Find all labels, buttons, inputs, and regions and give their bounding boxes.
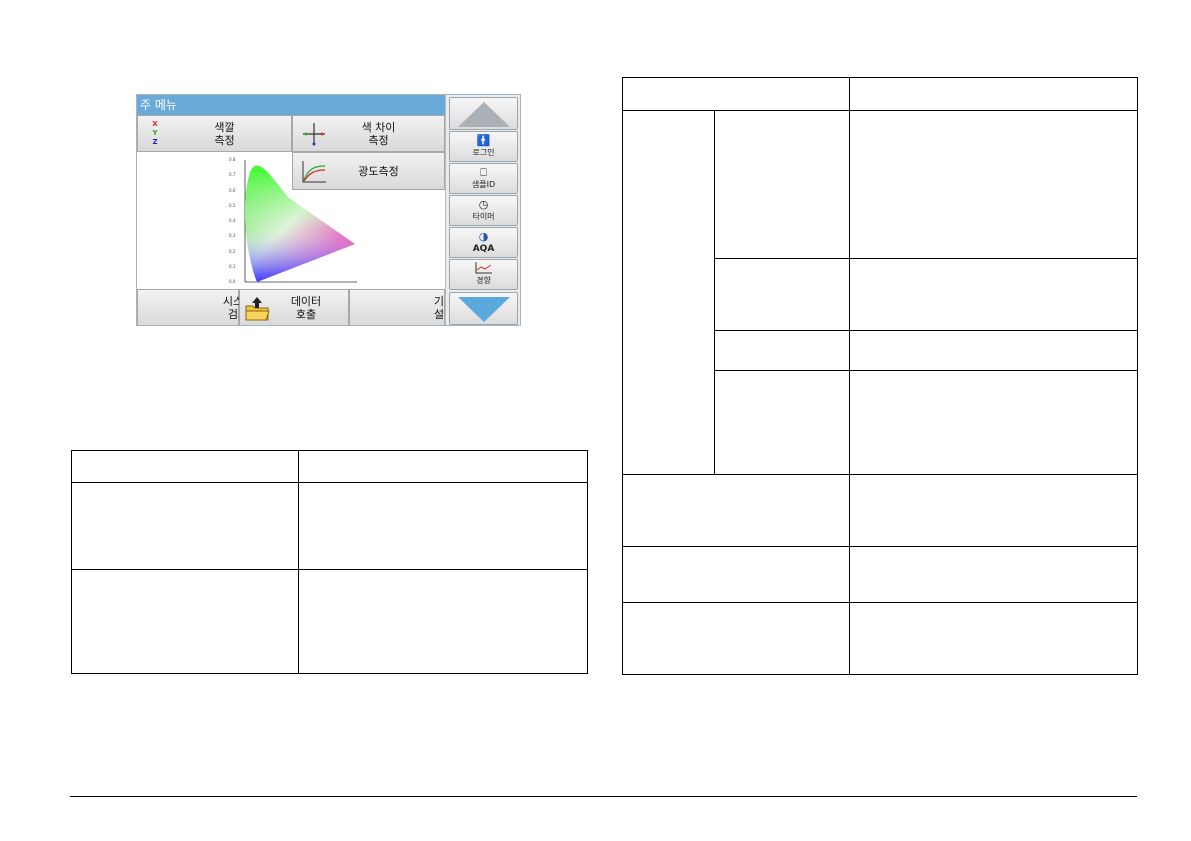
chart-tick-label: 0.7 — [229, 172, 236, 178]
right-table-row7-col2 — [850, 603, 1137, 674]
right-table-row7-col1 — [623, 603, 849, 674]
right-table-row2-desc — [850, 259, 1137, 330]
chart-tick-label: 0.8 — [229, 157, 236, 162]
right-table-row6-col2 — [850, 547, 1137, 602]
left-table-header-col1 — [72, 451, 298, 482]
aqa-button[interactable]: ◑ AQA — [449, 227, 518, 258]
aqa-globe-icon: ◑ — [478, 230, 489, 243]
chart-tick-label: 0.4 — [229, 218, 236, 223]
left-table-row2-col2 — [299, 570, 587, 673]
chart-tick-label: 0.1 — [229, 263, 236, 269]
data-recall-label-2: 호출 — [295, 308, 317, 321]
right-table-group-cell — [623, 111, 714, 474]
right-table-row4-desc — [850, 371, 1137, 474]
chart-tick-labels: 0.8 0.7 0.6 0.5 0.4 0.3 0.2 0.1 0.0 — [229, 157, 243, 284]
color-measure-label-2: 측정 — [214, 134, 235, 147]
sample-id-button[interactable]: ⎕ 샘플ID — [449, 163, 518, 194]
chart-tick-label: 0.6 — [229, 187, 236, 193]
left-table-row1-col2 — [299, 483, 587, 569]
photometry-label: 광도측정 — [358, 165, 399, 178]
clock-icon: ◷ — [478, 198, 489, 211]
right-table-row1-desc — [850, 111, 1137, 258]
left-table-header-col2 — [299, 451, 587, 482]
color-measure-label-1: 색깔 — [214, 121, 235, 134]
data-recall-label-1: 데이터 — [290, 295, 322, 308]
footer-rule — [70, 796, 1137, 797]
right-table-row3-desc — [850, 331, 1137, 370]
right-table-row5-col2 — [850, 475, 1137, 546]
triangle-up-icon — [458, 102, 510, 127]
sample-id-label: 샘플ID — [471, 180, 496, 189]
left-table-row2-col1 — [72, 570, 298, 673]
instrument-setup-button[interactable]: 기기 설정 — [349, 289, 454, 325]
color-difference-label-2: 측정 — [368, 134, 389, 147]
trend-button[interactable]: 경향 — [449, 259, 518, 290]
color-difference-label-1: 색 차이 — [361, 121, 396, 134]
right-table-header-col1 — [623, 78, 849, 110]
color-measure-button[interactable]: X Y Z 색깔 측정 — [137, 115, 292, 152]
right-table-row6-col1 — [623, 547, 849, 602]
photometry-button[interactable]: 광도측정 — [292, 152, 445, 190]
trend-chart-icon — [450, 262, 517, 276]
chart-tick-label: 0.3 — [229, 233, 236, 239]
aqa-label: AQA — [472, 244, 495, 254]
scroll-up-button[interactable] — [449, 97, 518, 130]
device-main-menu-screen: 주 메뉴 X Y Z 색깔 측정 색 차이 측정 0.8 0.7 0.6 0.5… — [136, 94, 521, 326]
data-recall-button[interactable]: 데이터 호출 — [239, 289, 349, 325]
main-menu-title: 주 메뉴 — [137, 95, 445, 115]
chart-tick-label: 0.2 — [229, 248, 236, 254]
login-button[interactable]: 🚹 로그인 — [449, 131, 518, 162]
trend-label: 경향 — [476, 276, 491, 285]
vial-icon: ⎕ — [480, 166, 487, 179]
scroll-down-button[interactable] — [449, 292, 518, 325]
login-label: 로그인 — [472, 148, 495, 157]
right-table-row4-sub — [715, 371, 849, 474]
timer-label: 타이머 — [472, 212, 495, 221]
right-table-header-col2 — [850, 78, 1137, 110]
sidebar: 🚹 로그인 ⎕ 샘플ID ◷ 타이머 ◑ AQA 경향 — [445, 95, 520, 325]
right-table-row1-sub — [715, 111, 849, 258]
timer-button[interactable]: ◷ 타이머 — [449, 195, 518, 226]
triangle-down-icon — [458, 297, 510, 322]
chart-tick-label: 0.0 — [229, 279, 236, 284]
system-check-button[interactable]: 시스템 검사 — [137, 289, 253, 325]
color-difference-button[interactable]: 색 차이 측정 — [292, 115, 445, 152]
right-table-row2-sub — [715, 259, 849, 330]
right-table-row5-col1 — [623, 475, 849, 546]
person-icon: 🚹 — [476, 134, 491, 147]
left-table-row1-col1 — [72, 483, 298, 569]
right-table-row3-sub — [715, 331, 849, 370]
chart-tick-label: 0.5 — [229, 202, 236, 208]
